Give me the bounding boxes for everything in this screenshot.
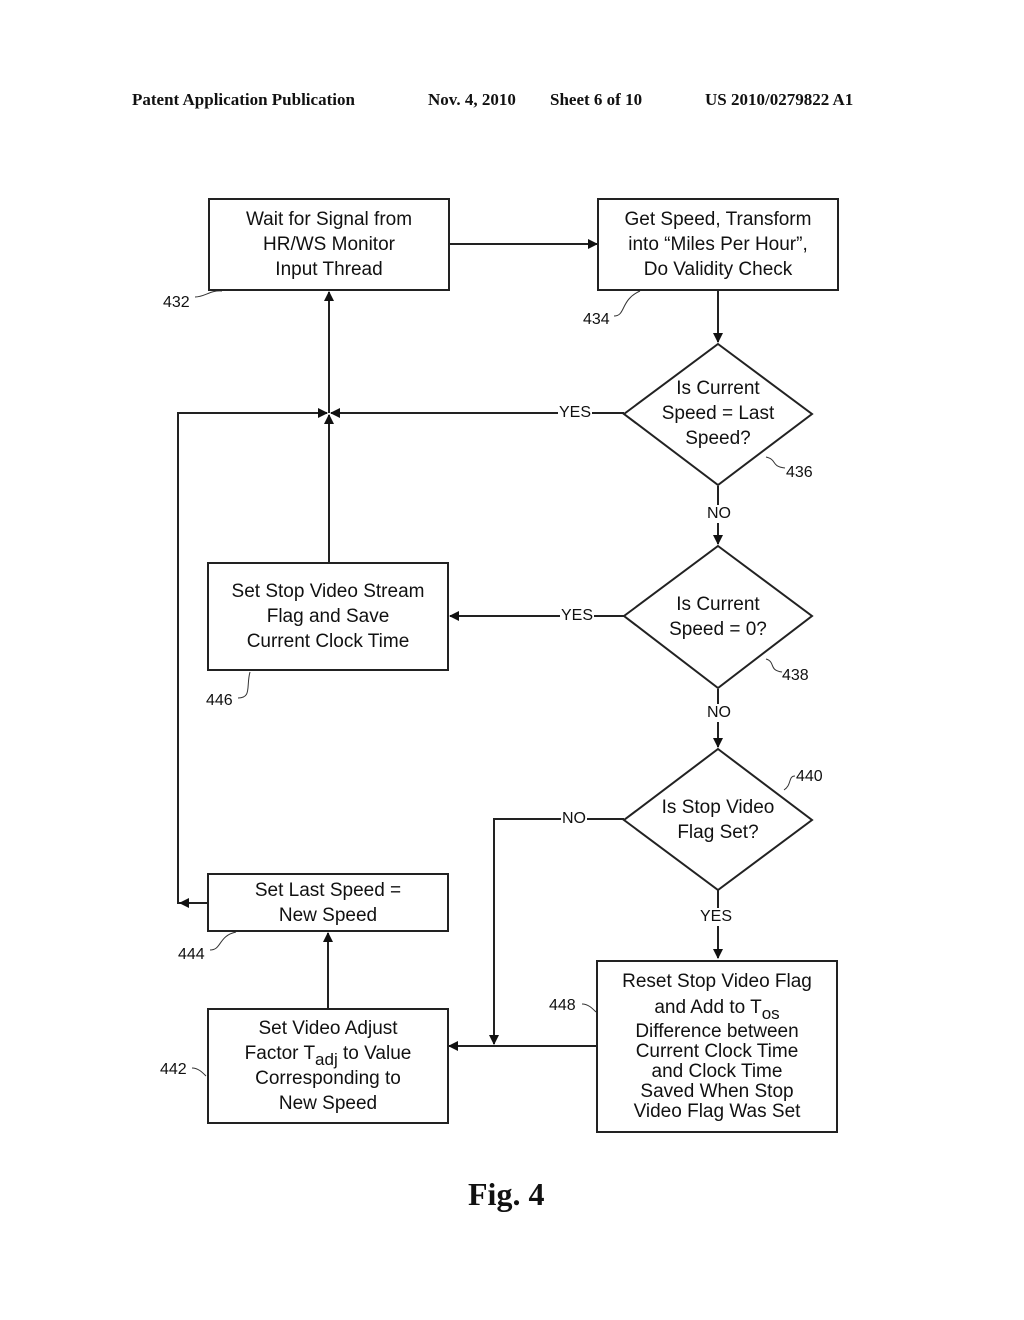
leader-442 (191, 1067, 207, 1077)
process-446: Set Stop Video Stream Flag and Save Curr… (207, 562, 449, 671)
process-432-line: Input Thread (275, 259, 383, 280)
process-448-line: Saved When Stop (640, 1080, 794, 1102)
process-442-line: New Speed (278, 1093, 378, 1114)
process-442-line: Corresponding to (255, 1068, 401, 1089)
subscript-os: os (761, 1003, 780, 1023)
process-432-line: HR/WS Monitor (263, 234, 395, 255)
leader-446 (237, 671, 251, 699)
process-434: Get Speed, Transform into “Miles Per Hou… (597, 198, 839, 291)
process-432: Wait for Signal from HR/WS Monitor Input… (208, 198, 450, 291)
process-448-line: Video Flag Was Set (633, 1100, 801, 1122)
ref-436: 436 (786, 464, 813, 481)
process-434-line: into “Miles Per Hour”, (628, 234, 808, 255)
process-442-line: Factor Tadj to Value (244, 1041, 412, 1068)
decision-440-line: Flag Set? (677, 822, 759, 843)
process-444: Set Last Speed = New Speed (207, 873, 449, 932)
leader-436 (765, 456, 786, 469)
leader-440 (783, 775, 796, 791)
ref-440: 440 (796, 768, 823, 785)
process-444-line: New Speed (278, 904, 378, 926)
leader-438 (765, 658, 783, 673)
process-448-line: and Add to Tos (654, 996, 779, 1022)
process-434-line: Do Validity Check (643, 259, 793, 280)
ref-442: 442 (160, 1061, 187, 1078)
figure-label: Fig. 4 (468, 1176, 545, 1212)
leader-444 (209, 931, 237, 951)
process-448-line: Current Clock Time (635, 1040, 799, 1062)
decision-436: Is Current Speed = Last Speed? (638, 376, 798, 451)
ref-444: 444 (178, 946, 205, 963)
process-442-text: Factor T (244, 1043, 316, 1064)
process-434-line: Get Speed, Transform (624, 209, 812, 230)
decision-436-line: Is Current (676, 378, 760, 399)
process-432-line: Wait for Signal from (245, 209, 413, 230)
ref-438: 438 (782, 667, 809, 684)
leader-434 (613, 290, 641, 317)
process-446-line: Flag and Save (266, 606, 390, 627)
process-442-line: Set Video Adjust (258, 1018, 398, 1039)
decision-438: Is Current Speed = 0? (638, 592, 798, 642)
decision-438-line: Is Current (676, 594, 760, 615)
ref-448: 448 (549, 997, 576, 1014)
decision-440: Is Stop Video Flag Set? (638, 795, 798, 845)
decision-438-line: Speed = 0? (669, 619, 767, 640)
edge-label-440-yes: YES (699, 908, 734, 926)
process-448: Reset Stop Video Flag and Add to Tos Dif… (596, 960, 838, 1133)
edge-label-436-yes: YES (558, 404, 593, 422)
ref-434: 434 (583, 311, 610, 328)
edge-label-438-yes: YES (560, 607, 595, 625)
process-448-text: and Add to T (654, 996, 762, 1018)
decision-440-line: Is Stop Video (661, 797, 775, 818)
process-448-line: Reset Stop Video Flag (622, 970, 812, 992)
process-442-text: to Value (337, 1043, 412, 1064)
flowchart-connectors (177, 239, 814, 1077)
leader-432 (194, 290, 223, 298)
process-442: Set Video Adjust Factor Tadj to Value Co… (207, 1008, 449, 1124)
leader-448 (581, 1003, 597, 1013)
process-448-line: and Clock Time (651, 1060, 783, 1082)
process-446-line: Current Clock Time (246, 631, 410, 652)
decision-436-line: Speed? (685, 428, 751, 449)
edge-label-440-no: NO (561, 810, 587, 828)
process-448-line: Difference between (635, 1020, 799, 1042)
process-446-line: Set Stop Video Stream (231, 581, 425, 602)
process-444-line: Set Last Speed = (254, 879, 402, 901)
decision-436-line: Speed = Last (661, 403, 775, 424)
ref-432: 432 (163, 294, 190, 311)
edge-label-436-no: NO (706, 505, 732, 523)
edge-label-438-no: NO (706, 704, 732, 722)
ref-446: 446 (206, 692, 233, 709)
